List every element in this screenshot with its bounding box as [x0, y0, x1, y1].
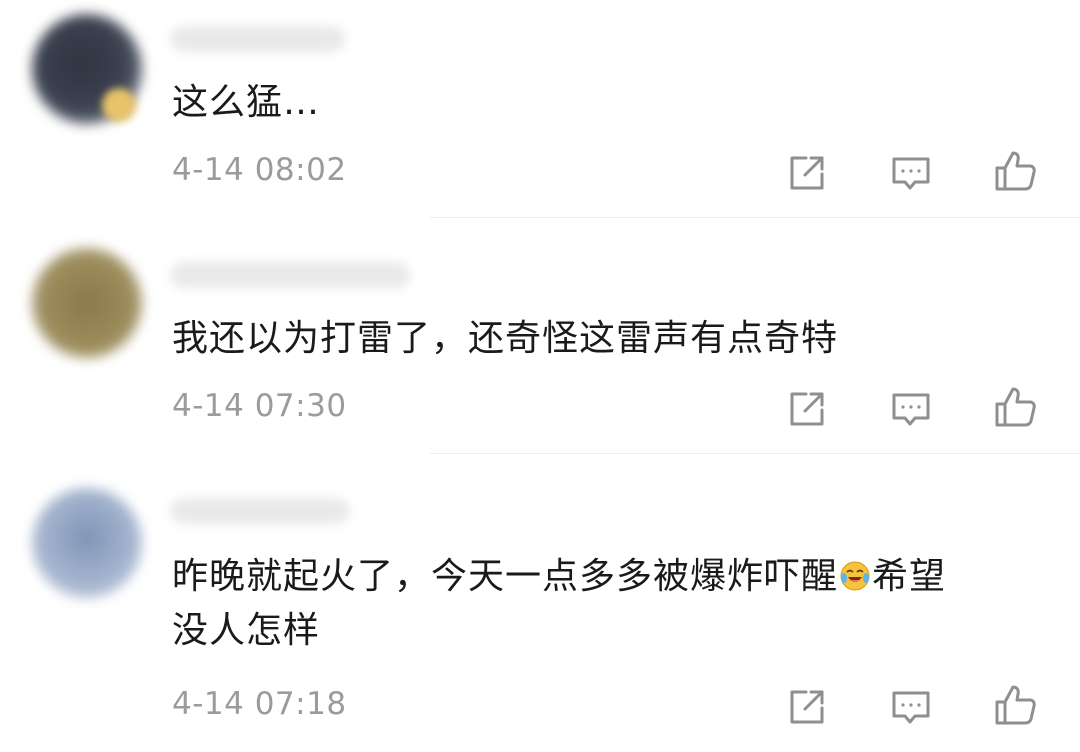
comment-time: 4-14 07:18 [172, 686, 347, 722]
username-blurred[interactable] [170, 498, 350, 524]
avatar[interactable] [32, 248, 142, 358]
comment-icon[interactable] [888, 386, 934, 432]
comment-item: 我还以为打雷了，还奇怪这雷声有点奇特 4-14 07:30 [0, 218, 1080, 454]
share-icon[interactable] [784, 684, 830, 730]
comment-time: 4-14 08:02 [172, 152, 347, 188]
comment-text: 这么猛… [172, 82, 321, 123]
comment-item: 昨晚就起火了，今天一点多多被爆炸吓醒 希望 没人怎样 4-14 07:18 [0, 454, 1080, 752]
crying-laughing-emoji-icon [839, 560, 871, 592]
comment-text: 昨晚就起火了，今天一点多多被爆炸吓醒 希望 没人怎样 [172, 550, 946, 658]
username-blurred[interactable] [170, 26, 345, 52]
comment-icon[interactable] [888, 150, 934, 196]
share-icon[interactable] [784, 386, 830, 432]
comment-text: 我还以为打雷了，还奇怪这雷声有点奇特 [172, 318, 839, 359]
avatar[interactable] [32, 488, 142, 598]
comment-text-part: 没人怎样 [172, 610, 321, 651]
comment-icon[interactable] [888, 684, 934, 730]
verified-badge-icon [102, 88, 136, 122]
username-blurred[interactable] [170, 262, 410, 288]
comment-text-part: 希望 [872, 556, 947, 597]
thumbs-up-icon[interactable] [992, 682, 1038, 728]
thumbs-up-icon[interactable] [992, 148, 1038, 194]
comment-text-part: 昨晚就起火了，今天一点多多被爆炸吓醒 [172, 556, 839, 597]
comment-feed: 这么猛… 4-14 08:02 我还以为打雷了，还奇怪这雷声有点奇特 4-14 … [0, 0, 1080, 752]
comment-item: 这么猛… 4-14 08:02 [0, 0, 1080, 218]
comment-time: 4-14 07:30 [172, 388, 347, 424]
thumbs-up-icon[interactable] [992, 384, 1038, 430]
share-icon[interactable] [784, 150, 830, 196]
